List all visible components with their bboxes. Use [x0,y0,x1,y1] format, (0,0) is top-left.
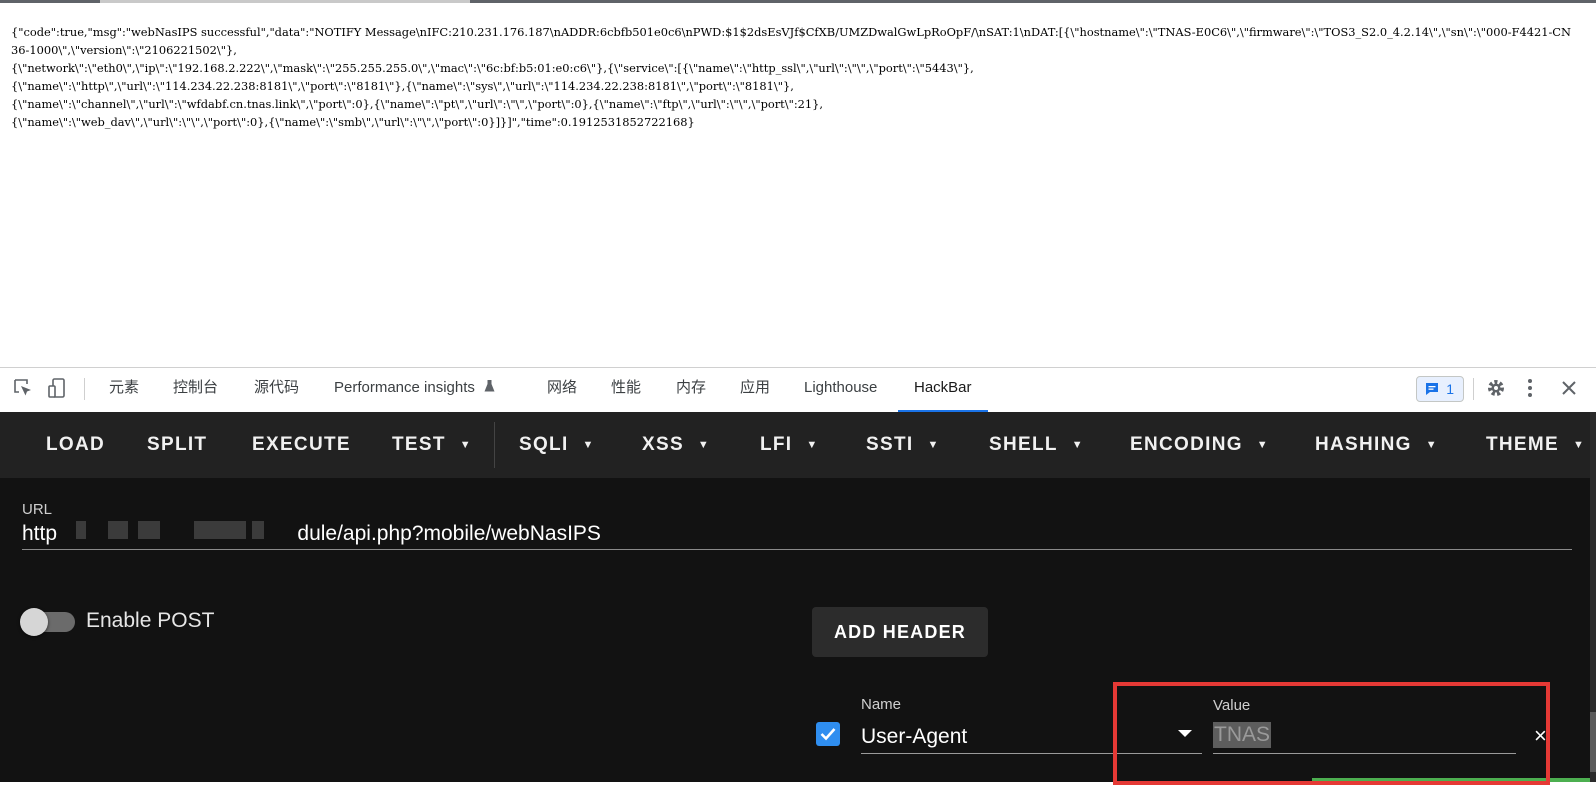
sqli-menu-button[interactable]: SQLI ▼ [519,412,595,478]
device-toggle-icon[interactable] [46,377,68,399]
tab-separator [1473,378,1474,400]
flask-icon [484,379,495,396]
add-header-button[interactable]: ADD HEADER [812,607,988,657]
tab-performance-insights-label: Performance insights [334,379,475,396]
execute-button[interactable]: EXECUTE [252,412,351,478]
header-value-input[interactable]: TNAS [1213,722,1272,748]
chevron-down-icon: ▼ [1071,439,1084,451]
close-icon[interactable] [1558,377,1580,399]
sqli-menu-label: SQLI [519,434,569,455]
tab-performance-insights[interactable]: Performance insights [334,368,495,412]
chevron-down-icon: ▼ [1573,439,1586,451]
status-strip [1312,778,1592,782]
encoding-menu-label: ENCODING [1130,434,1243,455]
test-menu-label: TEST [392,434,446,455]
header-enabled-checkbox[interactable] [816,722,840,746]
tab-application[interactable]: 应用 [740,368,770,412]
chevron-down-icon: ▼ [806,439,819,451]
scrollbar-thumb[interactable] [1590,712,1596,772]
enable-post-label: Enable POST [86,609,215,632]
more-vertical-icon[interactable] [1519,377,1541,399]
url-underline [22,549,1572,550]
theme-menu-button[interactable]: THEME ▼ [1486,412,1585,478]
header-name-dropdown-icon[interactable] [1178,730,1192,737]
hashing-menu-label: HASHING [1315,434,1412,455]
tab-hackbar[interactable]: HackBar [898,368,988,412]
header-name-label: Name [861,696,902,713]
theme-menu-label: THEME [1486,434,1559,455]
url-field-label: URL [22,501,53,518]
tab-memory[interactable]: 内存 [676,368,706,412]
lfi-menu-label: LFI [760,434,793,455]
test-menu-button[interactable]: TEST ▼ [392,412,472,478]
enable-post-toggle-thumb[interactable] [20,608,48,636]
tab-elements[interactable]: 元素 [109,368,139,412]
browser-tab-edge [100,0,470,3]
chevron-down-icon: ▼ [697,439,711,451]
page-content: {"code":true,"msg":"webNasIPS successful… [0,0,1596,367]
toolbar-divider [494,422,495,468]
issues-count: 1 [1446,381,1454,397]
tab-sources[interactable]: 源代码 [254,368,299,412]
tab-separator [84,378,85,400]
hackbar-panel: LOAD SPLIT EXECUTE TEST ▼ SQLI ▼ XSS ▼ LFI ▼… [0,412,1596,785]
checkmark-icon [820,728,836,741]
ssti-menu-label: SSTI [866,434,914,455]
load-button[interactable]: LOAD [46,412,105,478]
issues-badge[interactable]: 1 [1416,376,1464,402]
chevron-down-icon: ▼ [1425,439,1438,451]
inspect-icon[interactable] [12,377,34,399]
ssti-menu-button[interactable]: SSTI ▼ [866,412,940,478]
xss-menu-button[interactable]: XSS ▼ [642,412,710,478]
header-name-input[interactable]: User-Agent [861,725,967,749]
encoding-menu-button[interactable]: ENCODING ▼ [1130,412,1269,478]
tab-network[interactable]: 网络 [547,368,577,412]
issues-icon [1426,383,1438,395]
hashing-menu-button[interactable]: HASHING ▼ [1315,412,1438,478]
browser-top-edge [0,0,1596,3]
redaction-mask [70,512,298,554]
tab-console[interactable]: 控制台 [173,368,218,412]
json-response-text: {"code":true,"msg":"webNasIPS successful… [11,25,1571,129]
tab-lighthouse[interactable]: Lighthouse [804,368,877,412]
shell-menu-label: SHELL [989,434,1058,455]
lfi-menu-button[interactable]: LFI ▼ [760,412,819,478]
tab-performance[interactable]: 性能 [611,368,641,412]
chevron-down-icon: ▼ [582,439,595,451]
tab-hackbar-label: HackBar [914,379,972,396]
split-button[interactable]: SPLIT [147,412,207,478]
scrollbar[interactable] [1590,412,1596,782]
shell-menu-button[interactable]: SHELL ▼ [989,412,1084,478]
gear-icon[interactable] [1485,377,1507,399]
devtools-tabbar: 元素 控制台 源代码 Performance insights 网络 性能 内存… [0,367,1596,412]
remove-header-icon[interactable]: × [1534,723,1547,749]
chevron-down-icon: ▼ [459,439,472,451]
url-value-start: http [22,522,58,545]
xss-menu-label: XSS [642,434,684,455]
hackbar-toolbar: LOAD SPLIT EXECUTE TEST ▼ SQLI ▼ XSS ▼ LFI ▼… [0,412,1596,478]
header-value-label: Value [1213,697,1251,714]
chevron-down-icon: ▼ [1256,439,1269,451]
chevron-down-icon: ▼ [927,439,940,451]
header-name-underline [861,753,1202,754]
header-value-underline [1213,753,1516,754]
